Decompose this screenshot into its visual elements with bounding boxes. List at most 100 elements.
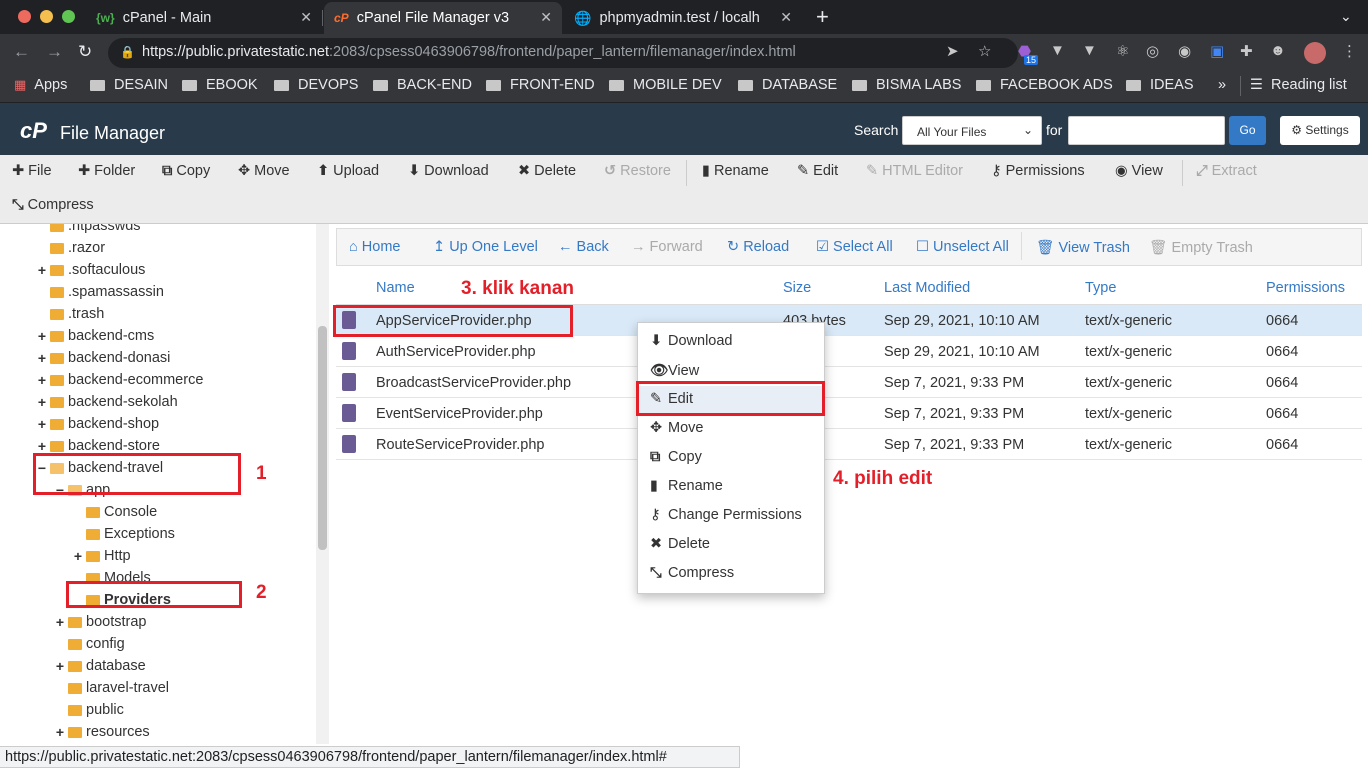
vue-devtools-icon[interactable]: ▼ (1082, 42, 1097, 59)
expand-icon[interactable]: + (36, 328, 48, 344)
tree-item[interactable]: Exceptions (72, 523, 175, 545)
bookmark-ebook[interactable]: EBOOK (182, 77, 258, 93)
forward-button[interactable]: → Forward (631, 239, 703, 255)
rename-button[interactable]: ▮ Rename (702, 163, 769, 179)
context-menu-item-download[interactable]: ⬇ Download (650, 333, 733, 349)
tab-file-manager[interactable]: cP cPanel File Manager v3 ✕ (324, 2, 562, 34)
extract-button[interactable]: ⤢ Extract (1196, 163, 1257, 179)
back-button[interactable]: ← Back (558, 239, 609, 255)
tree-item[interactable]: + .softaculous (36, 259, 145, 281)
home-button[interactable]: ⌂ Home (349, 239, 400, 255)
go-button[interactable]: Go (1229, 116, 1266, 145)
tree-item[interactable]: + backend-cms (36, 325, 154, 347)
incognito-icon[interactable]: ☻ (1270, 42, 1286, 59)
expand-icon[interactable]: + (36, 372, 48, 388)
expand-icon[interactable]: + (36, 262, 48, 278)
upload-button[interactable]: ⬆ Upload (317, 163, 379, 179)
edit-button[interactable]: ✎ Edit (797, 163, 838, 179)
context-menu-item-compress[interactable]: ⤡ Compress (650, 565, 734, 581)
expand-icon[interactable]: + (36, 394, 48, 410)
more-menu-icon[interactable]: ⋮ (1342, 42, 1357, 60)
copy-button[interactable]: ⧉ Copy (162, 163, 210, 179)
tree-item[interactable]: .spamassassin (36, 281, 164, 303)
context-menu-item-view[interactable]: 👁View (650, 362, 699, 379)
more-bookmarks-button[interactable]: » (1218, 77, 1226, 93)
send-icon[interactable]: ➤ (946, 42, 959, 60)
tab-cpanel-main[interactable]: {w} cPanel - Main ✕ (86, 2, 322, 34)
file-name[interactable]: BroadcastServiceProvider.php (376, 375, 571, 391)
tree-item[interactable]: .trash (36, 303, 104, 325)
close-icon[interactable]: ✕ (540, 9, 552, 26)
search-input[interactable] (1068, 116, 1225, 145)
avatar[interactable] (1304, 42, 1326, 64)
settings-button[interactable]: ⚙ Settings (1280, 116, 1360, 145)
tree-item[interactable]: + Http (72, 545, 131, 567)
context-menu-item-move[interactable]: ✥ Move (650, 420, 703, 436)
close-icon[interactable]: ✕ (780, 9, 792, 26)
download-button[interactable]: ⬇ Download (408, 163, 489, 179)
bookmark-apps[interactable]: ▦ Apps (14, 77, 67, 93)
forward-arrow-icon[interactable]: → (46, 42, 63, 62)
expand-icon[interactable]: + (36, 416, 48, 432)
bookmark-front-end[interactable]: FRONT-END (486, 77, 595, 93)
select-all-button[interactable]: ☑ Select All (816, 239, 893, 255)
context-menu-item-change-permissions[interactable]: ⚷ Change Permissions (650, 507, 802, 523)
expand-icon[interactable]: + (36, 350, 48, 366)
tree-item[interactable]: + database (54, 655, 146, 677)
column-name[interactable]: Name (376, 280, 415, 296)
vue-devtools-icon[interactable]: ▼ (1050, 42, 1065, 59)
html-editor-button[interactable]: ✎ HTML Editor (866, 163, 963, 179)
new-tab-button[interactable]: + (816, 4, 829, 30)
puzzle-icon[interactable]: ✚ (1240, 42, 1253, 60)
column-permissions[interactable]: Permissions (1266, 280, 1345, 296)
file-name[interactable]: AuthServiceProvider.php (376, 344, 536, 360)
context-menu-item-copy[interactable]: ⧉ Copy (650, 449, 702, 465)
tab-phpmyadmin[interactable]: 🌐 phpmyadmin.test / localh ✕ (564, 2, 802, 34)
tree-item[interactable]: Console (72, 501, 157, 523)
tree-item[interactable]: + backend-donasi (36, 347, 170, 369)
tree-item[interactable]: public (54, 699, 124, 721)
empty-trash-button[interactable]: 🗑 Empty Trash (1149, 239, 1253, 256)
expand-icon[interactable]: + (72, 548, 84, 564)
url-text[interactable]: https://public.privatestatic.net:2083/cp… (142, 44, 796, 60)
window-maximize-button[interactable] (62, 10, 75, 23)
delete-button[interactable]: ✖ Delete (518, 163, 576, 179)
tree-scrollbar-thumb[interactable] (318, 326, 327, 550)
column-size[interactable]: Size (783, 280, 811, 296)
translate-icon[interactable]: ▣ (1210, 42, 1224, 60)
bookmark-facebook-ads[interactable]: FACEBOOK ADS (976, 77, 1113, 93)
expand-icon[interactable]: + (36, 438, 48, 454)
bookmark-back-end[interactable]: BACK-END (373, 77, 472, 93)
star-icon[interactable]: ☆ (978, 42, 991, 60)
unselect-all-button[interactable]: ☐ Unselect All (916, 239, 1009, 255)
bookmark-mobile-dev[interactable]: MOBILE DEV (609, 77, 722, 93)
target-icon[interactable]: ◎ (1146, 42, 1159, 60)
react-devtools-icon[interactable]: ⚛ (1116, 42, 1129, 60)
expand-icon[interactable]: + (54, 658, 66, 674)
bookmark-bisma-labs[interactable]: BISMA LABS (852, 77, 961, 93)
up-one-level-button[interactable]: ↥ Up One Level (433, 239, 538, 255)
window-close-button[interactable] (18, 10, 31, 23)
file-name[interactable]: EventServiceProvider.php (376, 406, 543, 422)
tree-item[interactable]: + backend-shop (36, 413, 159, 435)
window-minimize-button[interactable] (40, 10, 53, 23)
expand-icon[interactable]: + (54, 614, 66, 630)
lock-icon[interactable]: 🔒 (120, 45, 135, 59)
restore-button[interactable]: ↺ Restore (604, 163, 671, 179)
bookmark-database[interactable]: DATABASE (738, 77, 837, 93)
reload-icon[interactable]: ↻ (78, 42, 92, 62)
tree-item[interactable]: laravel-travel (54, 677, 169, 699)
new-file-button[interactable]: ✚ File (12, 163, 52, 179)
view-button[interactable]: ◉ View (1115, 163, 1163, 179)
bookmark-ideas[interactable]: IDEAS (1126, 77, 1194, 93)
column-last-modified[interactable]: Last Modified (884, 280, 970, 296)
new-folder-button[interactable]: ✚ Folder (78, 163, 135, 179)
column-type[interactable]: Type (1085, 280, 1116, 296)
move-button[interactable]: ✥ Move (238, 163, 290, 179)
search-scope-select[interactable]: All Your Files ⌄ (902, 116, 1042, 145)
reload-button[interactable]: ↻ Reload (727, 239, 789, 255)
tree-item[interactable]: + bootstrap (54, 611, 147, 633)
reading-list-button[interactable]: ☰ Reading list (1250, 77, 1347, 93)
view-trash-button[interactable]: 🗑 View Trash (1036, 239, 1130, 256)
permissions-button[interactable]: ⚷ Permissions (991, 163, 1085, 179)
